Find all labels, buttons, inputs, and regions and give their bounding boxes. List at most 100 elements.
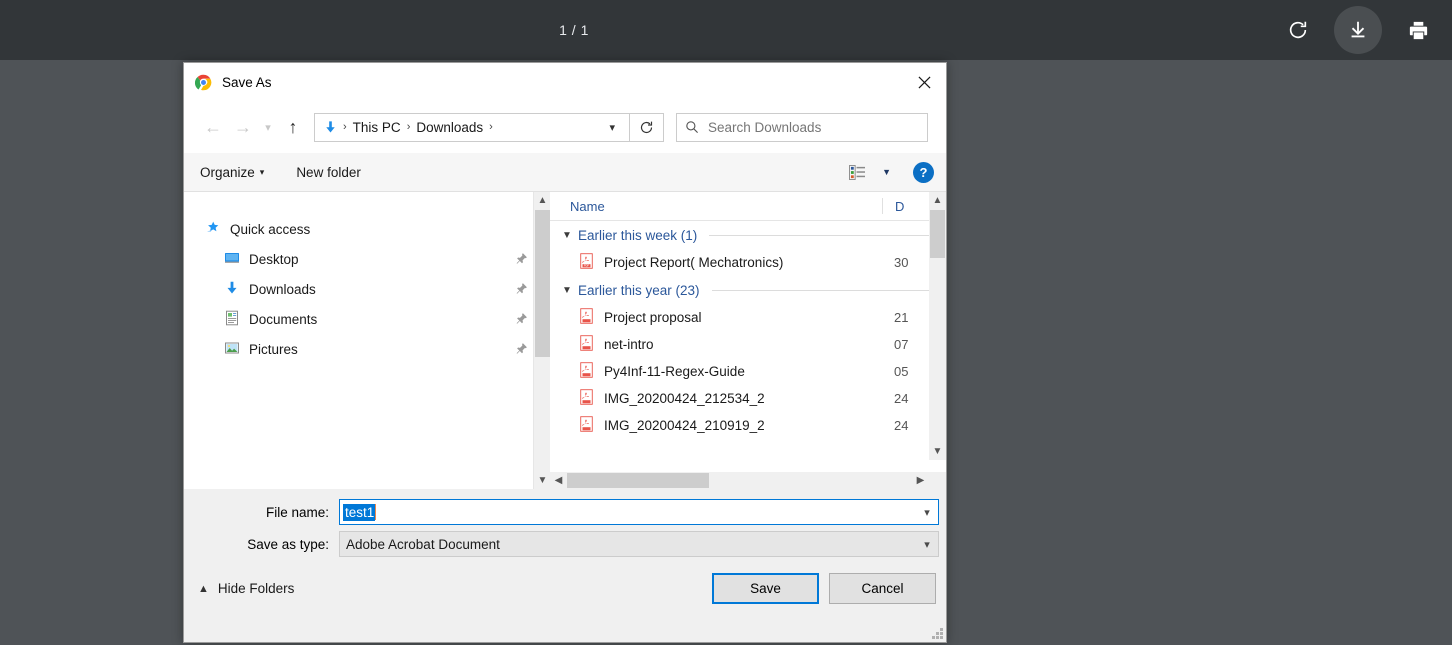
- svg-text:PDF: PDF: [584, 264, 590, 268]
- help-label: ?: [919, 164, 928, 180]
- pin-icon[interactable]: [515, 282, 528, 298]
- download-arrow-icon: [224, 280, 240, 299]
- scrollbar-thumb[interactable]: [567, 473, 709, 488]
- refresh-icon: [640, 121, 653, 133]
- filename-input[interactable]: test1: [343, 503, 376, 521]
- nav-item-pictures[interactable]: Pictures: [184, 334, 550, 364]
- hide-folders-button[interactable]: ▲ Hide Folders: [198, 581, 294, 596]
- filetype-select[interactable]: Adobe Acrobat Document ▾: [339, 531, 939, 557]
- cancel-button[interactable]: Cancel: [829, 573, 936, 604]
- navigation-pane-scrollbar[interactable]: ▲ ▼: [533, 192, 550, 489]
- save-label: Save: [750, 581, 781, 596]
- search-box[interactable]: Search Downloads: [676, 112, 928, 142]
- breadcrumb-this-pc[interactable]: This PC: [348, 120, 406, 135]
- filename-row: File name: test1 ▾: [184, 499, 946, 525]
- rotate-button[interactable]: [1274, 6, 1322, 54]
- column-header-date[interactable]: D: [882, 198, 904, 214]
- file-date: 21: [894, 310, 909, 325]
- save-button[interactable]: Save: [712, 573, 819, 604]
- scroll-left-button[interactable]: ◀: [550, 472, 567, 489]
- filetype-dropdown-button[interactable]: ▾: [916, 532, 938, 556]
- dialog-body: Quick access Desktop Downloads Documents…: [184, 192, 946, 489]
- dialog-navigation-bar: ← → ▾ ↑ › This PC › Downloads › ▾ Search…: [184, 101, 946, 153]
- nav-item-label: Desktop: [249, 251, 299, 267]
- file-name: Py4Inf-11-Regex-Guide: [604, 364, 745, 379]
- nav-item-label: Quick access: [230, 221, 311, 237]
- file-name: IMG_20200424_212534_2: [604, 391, 765, 406]
- pdf-icon: PDF: [579, 253, 594, 272]
- nav-item-quick-access[interactable]: Quick access: [184, 214, 550, 244]
- dialog-form: File name: test1 ▾ Save as type: Adobe A…: [184, 489, 946, 565]
- search-input[interactable]: Search Downloads: [708, 120, 821, 135]
- back-button[interactable]: ←: [198, 112, 228, 142]
- filename-field[interactable]: test1 ▾: [339, 499, 939, 525]
- pdf-toolbar: 1 / 1: [0, 0, 1452, 60]
- save-as-dialog: Save As ← → ▾ ↑ › This PC › Downloads › …: [183, 62, 947, 643]
- page-indicator: 1 / 1: [559, 22, 589, 38]
- new-folder-button[interactable]: New folder: [296, 165, 361, 180]
- table-row[interactable]: Py4Inf-11-Regex-Guide 05: [550, 358, 946, 385]
- recent-locations-button[interactable]: ▾: [258, 112, 278, 142]
- print-button[interactable]: [1394, 6, 1442, 54]
- scroll-down-button[interactable]: ▼: [929, 443, 946, 460]
- close-button[interactable]: [902, 63, 946, 101]
- column-header-name[interactable]: Name: [570, 199, 605, 214]
- address-dropdown-button[interactable]: ▾: [599, 121, 625, 134]
- pin-icon[interactable]: [515, 252, 528, 268]
- up-one-level-button[interactable]: ↑: [278, 112, 308, 142]
- chevron-up-icon: ▲: [198, 582, 209, 595]
- nav-item-label: Documents: [249, 311, 318, 327]
- download-button[interactable]: [1334, 6, 1382, 54]
- pin-icon[interactable]: [515, 342, 528, 358]
- chevron-down-icon: ▾: [259, 166, 265, 177]
- filetype-label: Save as type:: [247, 536, 329, 552]
- table-row[interactable]: IMG_20200424_210919_2 24: [550, 412, 946, 439]
- table-row[interactable]: Project proposal 21: [550, 304, 946, 331]
- nav-item-desktop[interactable]: Desktop: [184, 244, 550, 274]
- forward-button[interactable]: →: [228, 112, 258, 142]
- group-divider: [709, 234, 932, 236]
- group-header-earlier-this-year[interactable]: ▼ Earlier this year (23): [550, 276, 946, 304]
- filename-label: File name:: [265, 504, 329, 520]
- scroll-down-button[interactable]: ▼: [534, 472, 550, 489]
- table-row[interactable]: PDF Project Report( Mechatronics) 30: [550, 249, 946, 276]
- star-icon: [205, 220, 221, 239]
- file-date: 24: [894, 418, 909, 433]
- scroll-up-button[interactable]: ▲: [534, 192, 550, 209]
- view-list-icon: [849, 164, 866, 180]
- address-bar[interactable]: › This PC › Downloads › ▾: [314, 112, 630, 142]
- table-row[interactable]: net-intro 07: [550, 331, 946, 358]
- view-mode-dropdown-button[interactable]: ▼: [882, 167, 891, 177]
- dialog-title: Save As: [222, 74, 272, 90]
- scroll-right-button[interactable]: ▶: [912, 472, 929, 489]
- view-mode-button[interactable]: [845, 164, 870, 180]
- organize-button[interactable]: Organize ▾: [200, 165, 264, 180]
- filename-dropdown-button[interactable]: ▾: [916, 500, 938, 524]
- refresh-button[interactable]: [630, 112, 664, 142]
- search-icon: [686, 121, 699, 134]
- group-header-earlier-this-week[interactable]: ▼ Earlier this week (1): [550, 221, 946, 249]
- resize-grip[interactable]: [931, 627, 943, 639]
- nav-item-documents[interactable]: Documents: [184, 304, 550, 334]
- pin-icon[interactable]: [515, 312, 528, 328]
- table-row[interactable]: IMG_20200424_212534_2 24: [550, 385, 946, 412]
- print-icon: [1409, 21, 1427, 39]
- nav-item-downloads[interactable]: Downloads: [184, 274, 550, 304]
- file-date: 07: [894, 337, 909, 352]
- dialog-titlebar: Save As: [184, 63, 946, 101]
- scrollbar-thumb[interactable]: [535, 210, 550, 357]
- help-button[interactable]: ?: [913, 161, 934, 183]
- filetype-row: Save as type: Adobe Acrobat Document ▾: [184, 531, 946, 557]
- nav-item-label: Pictures: [249, 341, 298, 357]
- dialog-footer: ▲ Hide Folders Save Cancel: [184, 565, 946, 642]
- file-list-horizontal-scrollbar[interactable]: ◀ ▶: [550, 472, 946, 489]
- file-list-vertical-scrollbar[interactable]: ▲ ▼: [929, 192, 946, 460]
- scrollbar-thumb[interactable]: [930, 210, 945, 258]
- group-title: Earlier this week (1): [578, 227, 698, 243]
- chrome-logo-icon: [194, 74, 212, 91]
- new-folder-label: New folder: [296, 164, 361, 180]
- breadcrumb-downloads[interactable]: Downloads: [411, 120, 488, 135]
- command-bar: Organize ▾ New folder ▼ ?: [184, 153, 946, 192]
- scroll-up-button[interactable]: ▲: [929, 192, 946, 209]
- navigation-pane: Quick access Desktop Downloads Documents…: [184, 192, 550, 489]
